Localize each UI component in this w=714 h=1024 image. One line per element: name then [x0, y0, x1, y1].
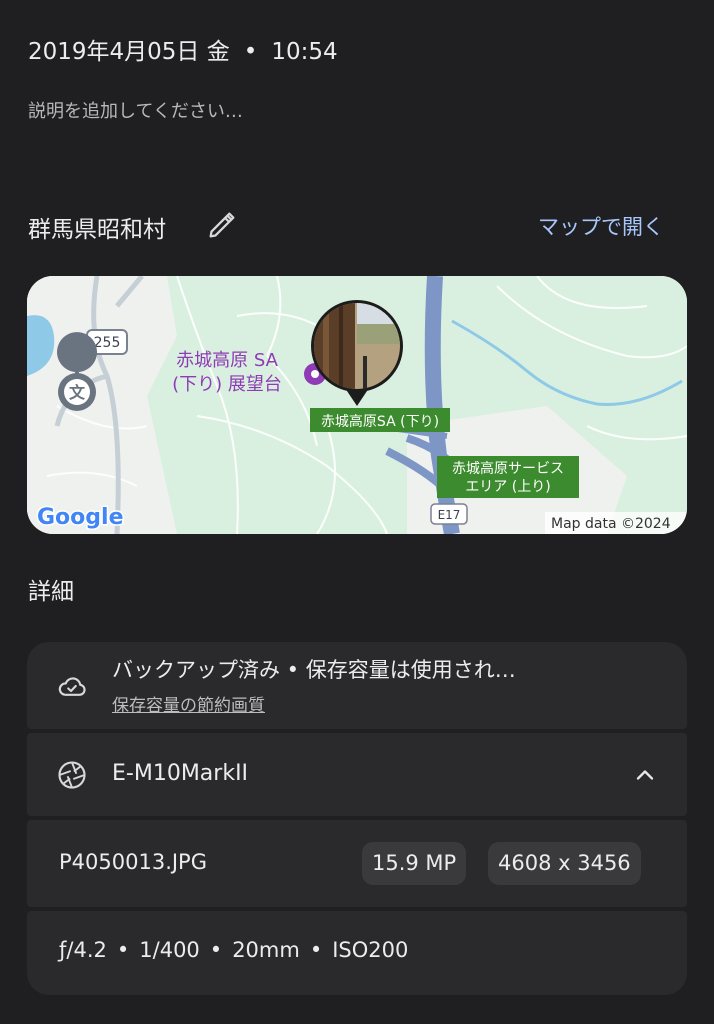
svg-text:255: 255: [94, 335, 121, 351]
location-map[interactable]: 255 文 赤城高原 SA (下り) 展望台 赤城高原SA (下り) 赤城高原サ…: [27, 276, 687, 534]
photo-date: 2019年4月05日 金: [28, 39, 230, 65]
details-heading: 詳細: [28, 579, 74, 605]
resolution-chip: 4608 x 3456: [488, 842, 641, 885]
aperture-value: ƒ/4.2: [59, 938, 107, 962]
iso-value: ISO200: [332, 938, 409, 962]
megapixels-chip: 15.9 MP: [362, 842, 467, 885]
chevron-up-icon[interactable]: [631, 761, 659, 789]
svg-text:エリア (上り): エリア (上り): [465, 479, 550, 495]
google-logo: Google: [36, 504, 126, 532]
sa-down-label: 赤城高原SA (下り): [310, 408, 450, 432]
svg-text:赤城高原サービス: 赤城高原サービス: [452, 460, 564, 477]
focal-length-value: 20mm: [232, 938, 300, 962]
camera-model: E-M10MarkII: [112, 761, 249, 786]
camera-card[interactable]: E-M10MarkII: [27, 733, 687, 816]
e17-shield: E17: [430, 503, 468, 525]
svg-text:E17: E17: [438, 508, 461, 522]
cloud-done-icon: [58, 677, 86, 696]
camera-aperture-icon: [58, 761, 86, 789]
svg-text:Map data ©2024: Map data ©2024: [551, 516, 671, 532]
svg-text:赤城高原 SA: 赤城高原 SA: [176, 350, 278, 371]
sa-up-label: 赤城高原サービス エリア (上り): [437, 456, 579, 498]
photo-datetime: 2019年4月05日 金 • 10:54: [28, 32, 338, 66]
map-attribution: Map data ©2024: [545, 512, 687, 534]
file-name: P4050013.JPG: [59, 850, 207, 874]
svg-text:赤城高原SA (下り): 赤城高原SA (下り): [321, 413, 439, 430]
exif-card: ƒ/4.2 • 1/400 • 20mm • ISO200: [27, 911, 687, 995]
description-input[interactable]: 説明を追加してください…: [28, 97, 243, 123]
svg-text:文: 文: [69, 383, 86, 402]
storage-saver-link[interactable]: 保存容量の節約画質: [112, 691, 265, 716]
backup-status: バックアップ済み • 保存容量は使用され…: [112, 658, 516, 682]
open-in-maps-link[interactable]: マップで開く: [538, 211, 664, 241]
exif-line: ƒ/4.2 • 1/400 • 20mm • ISO200: [59, 938, 409, 962]
datetime-separator: •: [243, 39, 258, 65]
edit-location-icon[interactable]: [205, 208, 239, 242]
shutter-value: 1/400: [139, 938, 200, 962]
svg-text:(下り) 展望台: (下り) 展望台: [172, 374, 282, 395]
photo-time: 10:54: [271, 39, 338, 65]
svg-text:Google: Google: [37, 505, 124, 530]
location-name: 群馬県昭和村: [28, 217, 166, 243]
file-info-card: P4050013.JPG 15.9 MP 4608 x 3456: [27, 820, 687, 907]
backup-card[interactable]: バックアップ済み • 保存容量は使用され… 保存容量の節約画質: [27, 642, 687, 729]
